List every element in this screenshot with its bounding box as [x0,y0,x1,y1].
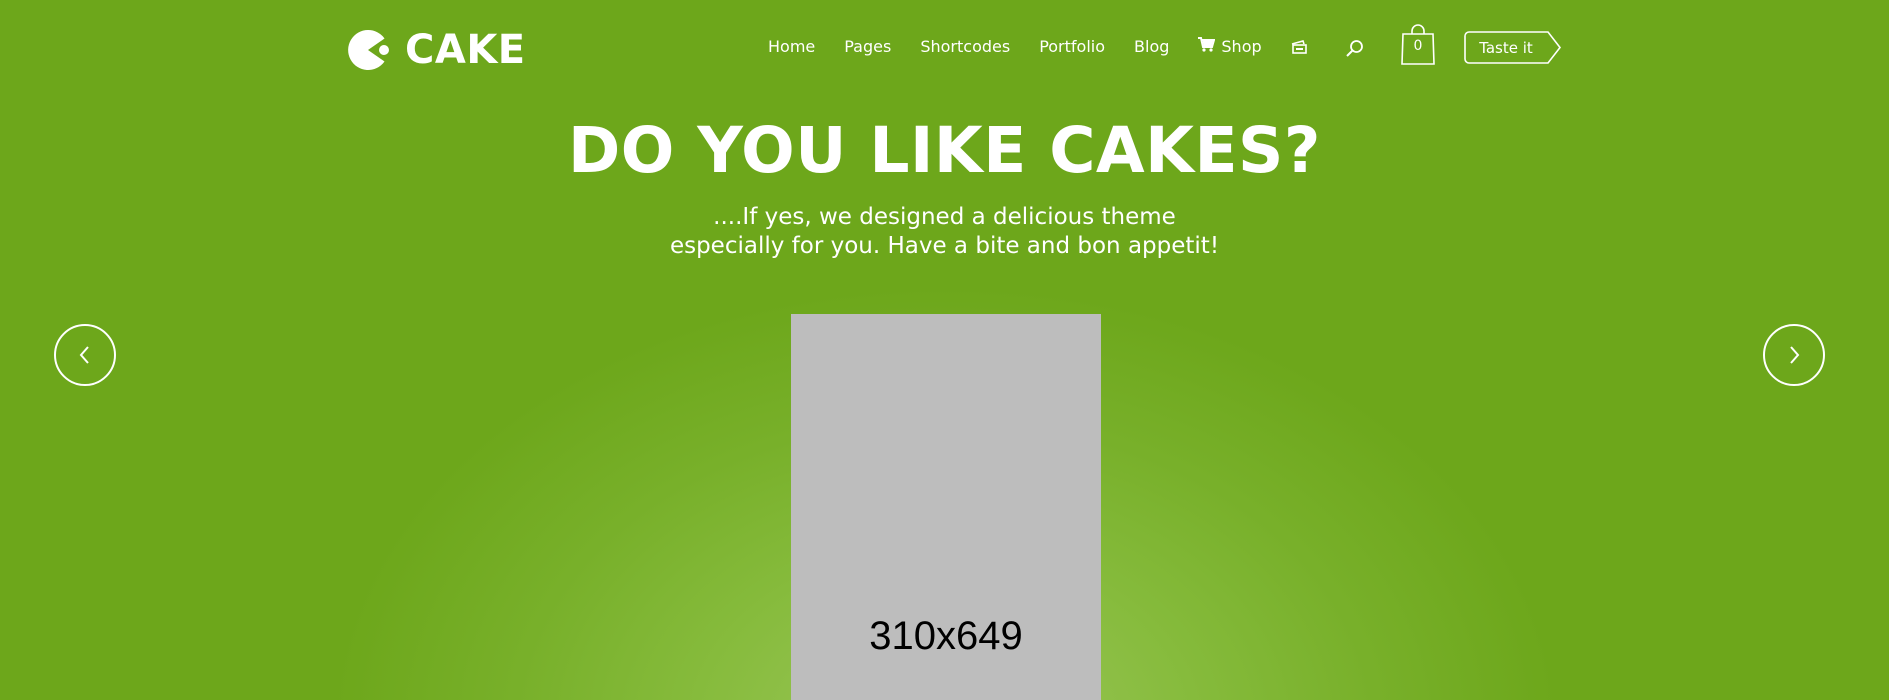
nav-item-pages[interactable]: Pages [844,37,891,56]
nav-item-portfolio[interactable]: Portfolio [1039,37,1105,56]
nav-item-shop[interactable]: Shop [1198,37,1262,56]
ticket-icon[interactable] [1291,39,1307,55]
taste-it-label: Taste it [1479,39,1533,57]
nav-item-home[interactable]: Home [768,37,815,56]
cart-count: 0 [1413,38,1423,54]
brand-name: CAKE [405,27,526,73]
hero-subtitle-line: ....If yes, we designed a delicious them… [713,204,1176,230]
nav-item-label: Shop [1221,37,1262,56]
nav-item-shortcodes[interactable]: Shortcodes [920,37,1010,56]
chevron-left-icon [79,346,89,364]
cart-button[interactable]: 0 [1400,24,1436,66]
placeholder-size-label: 310x649 [869,614,1023,658]
nav-item-label: Pages [844,37,892,56]
nav-item-label: Shortcodes [920,37,1011,56]
nav-item-blog[interactable]: Blog [1134,37,1169,56]
hero-subtitle-line: especially for you. Have a bite and bon … [669,233,1220,259]
nav-item-label: Blog [1134,37,1170,56]
brand-logo[interactable]: CAKE [344,26,526,74]
search-button[interactable] [1345,39,1365,59]
hero-subtitle: ....If yes, we designed a delicious them… [0,203,1889,261]
slider-next-button[interactable] [1763,324,1825,386]
search-icon [1346,40,1363,57]
chevron-right-icon [1790,346,1800,364]
slider-prev-button[interactable] [54,324,116,386]
taste-it-button[interactable]: Taste it [1464,31,1562,64]
nav-item-label: Home [768,37,816,56]
main-nav: Home Pages Shortcodes Portfolio Blog Sho… [768,37,1336,56]
shopping-cart-icon [1198,37,1216,56]
pacman-cake-icon [348,29,389,70]
hero-title: DO YOU LIKE CAKES? [568,114,1321,187]
nav-item-label: Portfolio [1039,37,1106,56]
slide-image-placeholder: 310x649 [791,314,1101,700]
